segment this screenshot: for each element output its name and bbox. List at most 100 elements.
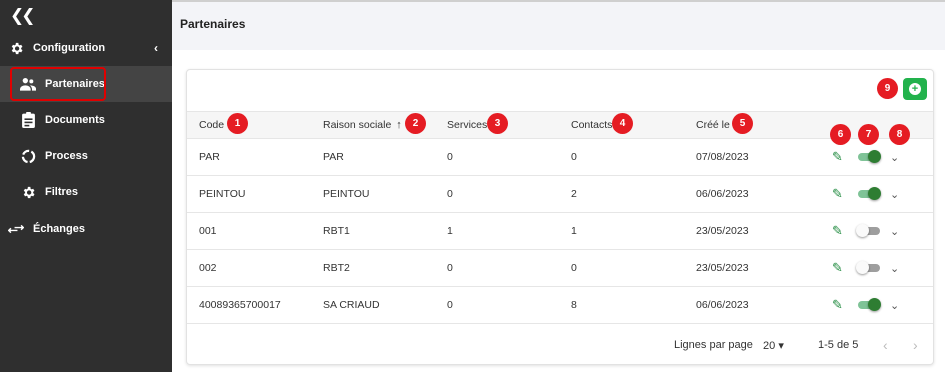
cell-services: 0: [447, 151, 453, 163]
column-header-raison-sociale[interactable]: Raison sociale ↑: [323, 112, 402, 138]
sidebar-item-filtres[interactable]: Filtres: [0, 174, 172, 210]
edit-pencil-icon[interactable]: ✎: [832, 223, 848, 239]
cell-contacts: 8: [571, 299, 577, 311]
cell-services: 1: [447, 225, 453, 237]
cell-services: 0: [447, 188, 453, 200]
sidebar: ❮❮ Configuration ‹ Partenaires Documents…: [0, 0, 172, 372]
table-row: 001 RBT1 1 1 23/05/2023 ✎ ⌄: [187, 213, 933, 250]
sidebar-item-configuration[interactable]: Configuration ‹: [0, 30, 172, 66]
active-toggle[interactable]: [856, 224, 880, 237]
table-pagination: Lignes par page 20 ▾ 1-5 de 5 ‹ ›: [187, 328, 933, 364]
toggle-knob: [868, 150, 881, 163]
chevron-down-icon[interactable]: ⌄: [890, 188, 899, 201]
cell-contacts: 0: [571, 262, 577, 274]
cell-code: 40089365700017: [199, 299, 281, 311]
annotation-badge: 2: [405, 113, 426, 134]
column-header-code[interactable]: Code: [199, 112, 224, 138]
sidebar-item-process[interactable]: Process: [0, 138, 172, 174]
active-toggle[interactable]: [858, 150, 881, 163]
cell-cree-le: 06/06/2023: [696, 188, 749, 200]
sidebar-item-label: Documents: [45, 114, 105, 126]
sidebar-item-label: Filtres: [45, 186, 79, 198]
cell-raison-sociale: RBT2: [323, 262, 350, 274]
toggle-knob: [868, 298, 881, 311]
sidebar-item-label: Échanges: [33, 223, 85, 235]
active-toggle[interactable]: [858, 187, 881, 200]
clipboard-icon: [19, 111, 37, 129]
double-chevron-left-icon[interactable]: ❮❮: [10, 6, 35, 26]
edit-pencil-icon[interactable]: ✎: [832, 186, 848, 202]
annotation-badge: 6: [830, 124, 851, 145]
annotation-badge: 1: [227, 113, 248, 134]
edit-pencil-icon[interactable]: ✎: [832, 260, 848, 276]
cell-services: 0: [447, 262, 453, 274]
rows-per-page-select[interactable]: 20 ▾: [763, 339, 784, 352]
table-row: 40089365700017 SA CRIAUD 0 8 06/06/2023 …: [187, 287, 933, 324]
row-actions: ✎ ⌄: [832, 213, 899, 249]
partners-table-card: + Code Raison sociale ↑ Services Contact…: [186, 69, 934, 365]
page-title: Partenaires: [180, 17, 246, 31]
chevron-down-icon[interactable]: ⌄: [890, 225, 899, 238]
cell-contacts: 2: [571, 188, 577, 200]
cell-raison-sociale: PEINTOU: [323, 188, 370, 200]
row-actions: ✎ ⌄: [832, 250, 899, 286]
row-actions: ✎ ⌄: [832, 176, 899, 212]
chevron-left-icon[interactable]: ‹: [883, 337, 888, 353]
edit-pencil-icon[interactable]: ✎: [832, 149, 848, 165]
chevron-down-icon[interactable]: ⌄: [890, 299, 899, 312]
cell-raison-sociale: SA CRIAUD: [323, 299, 380, 311]
column-header-services[interactable]: Services: [447, 112, 487, 138]
rows-per-page-label: Lignes par page: [674, 339, 753, 351]
cell-code: PAR: [199, 151, 220, 163]
page-header: Partenaires: [172, 0, 945, 50]
circle-dashed-icon: [19, 147, 37, 165]
gear-icon: [7, 39, 25, 57]
active-toggle[interactable]: [858, 298, 881, 311]
chevron-down-icon[interactable]: ⌄: [890, 151, 899, 164]
cell-code: 001: [199, 225, 217, 237]
cell-contacts: 1: [571, 225, 577, 237]
cell-raison-sociale: PAR: [323, 151, 344, 163]
column-header-contacts[interactable]: Contacts: [571, 112, 612, 138]
pagination-range: 1-5 de 5: [818, 339, 859, 351]
annotation-badge: 3: [487, 113, 508, 134]
column-header-cree-le[interactable]: Créé le: [696, 112, 730, 138]
rows-per-page-value: 20: [763, 340, 776, 352]
cell-contacts: 0: [571, 151, 577, 163]
toggle-knob: [868, 187, 881, 200]
cell-cree-le: 23/05/2023: [696, 225, 749, 237]
plus-circle-icon: +: [909, 83, 921, 95]
sidebar-item-label: Process: [45, 150, 88, 162]
gear-icon: [19, 183, 37, 201]
sidebar-item-documents[interactable]: Documents: [0, 102, 172, 138]
caret-down-icon: ▾: [778, 340, 784, 352]
chevron-down-icon[interactable]: ⌄: [890, 262, 899, 275]
cell-cree-le: 07/08/2023: [696, 151, 749, 163]
chevron-left-icon: ‹: [154, 41, 158, 55]
sidebar-item-echanges[interactable]: Échanges: [0, 211, 172, 247]
annotation-badge: 8: [889, 124, 910, 145]
cell-cree-le: 23/05/2023: [696, 262, 749, 274]
cell-cree-le: 06/06/2023: [696, 299, 749, 311]
table-row: PAR PAR 0 0 07/08/2023 ✎ ⌄: [187, 139, 933, 176]
active-highlight-frame: [10, 67, 106, 101]
annotation-badge: 9: [877, 78, 898, 99]
sort-ascending-icon[interactable]: ↑: [396, 119, 402, 131]
annotation-badge: 7: [858, 124, 879, 145]
annotation-badge: 4: [612, 113, 633, 134]
row-actions: ✎ ⌄: [832, 287, 899, 323]
cell-code: PEINTOU: [199, 188, 246, 200]
toggle-knob: [856, 224, 869, 237]
annotation-badge: 5: [732, 113, 753, 134]
sidebar-item-label: Configuration: [33, 42, 106, 54]
cell-services: 0: [447, 299, 453, 311]
edit-pencil-icon[interactable]: ✎: [832, 297, 848, 313]
column-header-label: Raison sociale: [323, 119, 392, 131]
cell-raison-sociale: RBT1: [323, 225, 350, 237]
toggle-knob: [856, 261, 869, 274]
cell-code: 002: [199, 262, 217, 274]
table-header: Code Raison sociale ↑ Services Contacts …: [187, 111, 933, 139]
chevron-right-icon[interactable]: ›: [913, 337, 918, 353]
active-toggle[interactable]: [856, 261, 880, 274]
add-partner-button[interactable]: +: [903, 78, 927, 100]
